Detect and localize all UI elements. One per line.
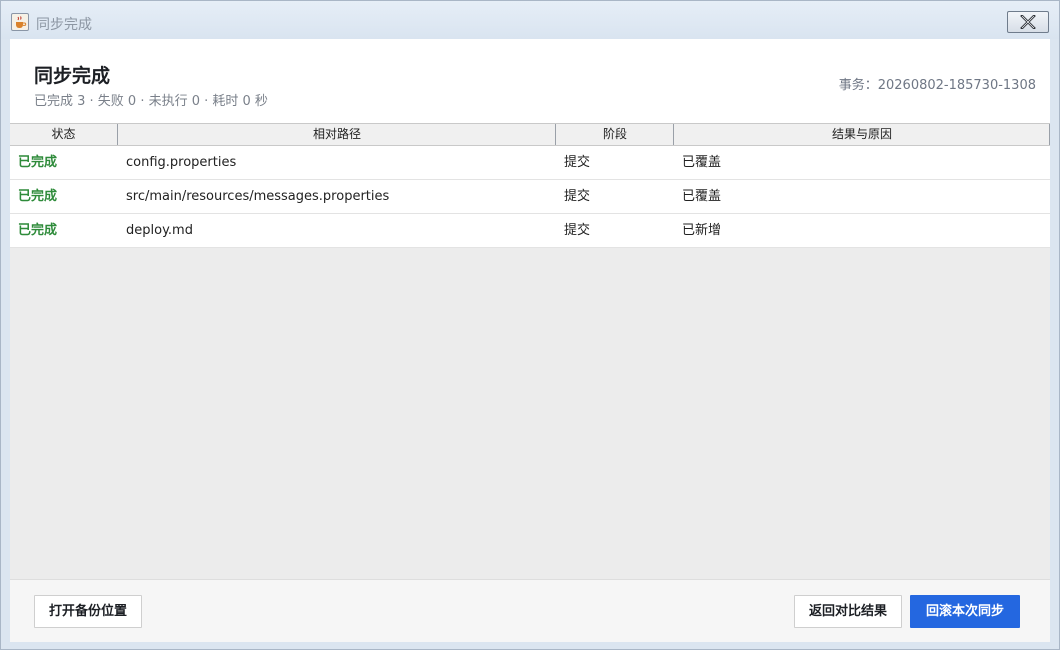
- path-cell: deploy.md: [126, 223, 193, 238]
- result-header: 同步完成 已完成 3 · 失败 0 · 未执行 0 · 耗时 0 秒 事务：20…: [10, 39, 1050, 123]
- status-cell: 已完成: [18, 223, 58, 238]
- transaction-id: 事务：20260802-185730-1308: [838, 78, 1036, 93]
- window-close-button[interactable]: [1007, 11, 1049, 33]
- sync-complete-dialog: 同步完成 同步完成 已完成 3 · 失败 0 · 未执行 0 · 耗时 0 秒 …: [0, 0, 1060, 650]
- back-to-compare-button[interactable]: 返回对比结果: [794, 595, 902, 628]
- result-cell: 已新增: [682, 223, 722, 238]
- column-header-stage[interactable]: 阶段: [556, 124, 674, 145]
- action-footer: 打开备份位置 返回对比结果 回滚本次同步: [10, 579, 1050, 642]
- column-header-result[interactable]: 结果与原因: [674, 124, 1050, 145]
- table-row[interactable]: 已完成 src/main/resources/messages.properti…: [10, 180, 1050, 214]
- column-header-status[interactable]: 状态: [10, 124, 117, 145]
- result-table: 状态 相对路径 阶段 结果与原因 已完成 config.properties 提…: [10, 123, 1050, 248]
- stage-cell: 提交: [564, 155, 591, 170]
- result-cell: 已覆盖: [682, 189, 722, 204]
- dialog-content: 同步完成 已完成 3 · 失败 0 · 未执行 0 · 耗时 0 秒 事务：20…: [10, 39, 1050, 642]
- table-row[interactable]: 已完成 deploy.md 提交 已新增: [10, 214, 1050, 248]
- path-cell: config.properties: [126, 155, 237, 170]
- stage-cell: 提交: [564, 189, 591, 204]
- close-icon: [1020, 15, 1036, 29]
- stage-cell: 提交: [564, 223, 591, 238]
- java-cup-icon: [11, 13, 29, 31]
- table-header: 状态 相对路径 阶段 结果与原因: [10, 123, 1050, 146]
- open-backup-location-button[interactable]: 打开备份位置: [34, 595, 142, 628]
- status-cell: 已完成: [18, 189, 58, 204]
- rollback-sync-button[interactable]: 回滚本次同步: [910, 595, 1020, 628]
- table-row[interactable]: 已完成 config.properties 提交 已覆盖: [10, 146, 1050, 180]
- sync-summary: 已完成 3 · 失败 0 · 未执行 0 · 耗时 0 秒: [34, 94, 268, 109]
- title-bar: 同步完成: [1, 1, 1059, 39]
- path-cell: src/main/resources/messages.properties: [126, 189, 390, 204]
- window-title: 同步完成: [36, 17, 92, 33]
- column-header-path[interactable]: 相对路径: [118, 124, 556, 145]
- result-cell: 已覆盖: [682, 155, 722, 170]
- status-cell: 已完成: [18, 155, 58, 170]
- page-title: 同步完成: [34, 65, 111, 87]
- column-divider[interactable]: [1049, 124, 1050, 145]
